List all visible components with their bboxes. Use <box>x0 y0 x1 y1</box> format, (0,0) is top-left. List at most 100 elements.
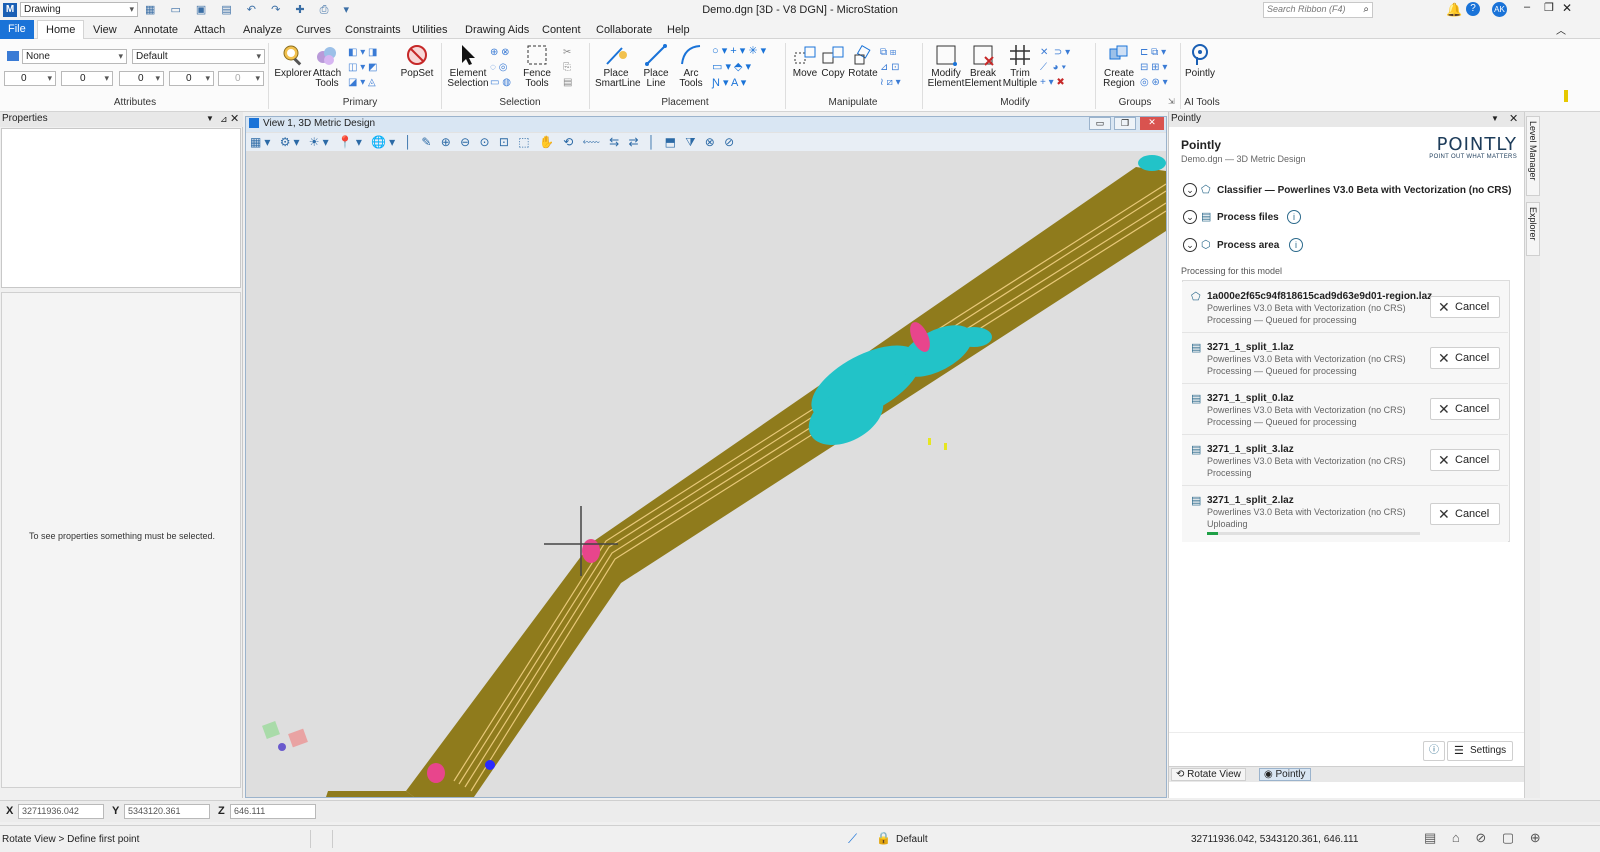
create-region-button[interactable]: Create Region <box>1098 43 1140 89</box>
primary-small-icons[interactable]: ◧ ▾ ◨ ◫ ▾ ◩ ◪ ▾ ◬ <box>348 45 388 91</box>
status-bar: Rotate View > Define first point ⟋ 🔒 Def… <box>0 825 1600 852</box>
cancel-button[interactable]: ✕ Cancel <box>1430 296 1500 318</box>
view-maximize-icon[interactable]: ❐ <box>1114 117 1136 130</box>
close-icon[interactable]: ✕ <box>230 112 239 126</box>
priority-value: 0 <box>235 73 241 84</box>
panel-menu-icon[interactable]: ▼ <box>1491 112 1499 126</box>
tab-drawing-aids[interactable]: Drawing Aids <box>465 22 529 39</box>
tab-constraints[interactable]: Constraints <box>345 22 401 39</box>
weight-select[interactable]: 0 <box>61 71 113 86</box>
tab-pointly[interactable]: ◉ Pointly <box>1259 768 1311 781</box>
tab-collaborate[interactable]: Collaborate <box>596 22 652 39</box>
collapse-ribbon-icon[interactable]: ︿ <box>1556 22 1566 37</box>
tab-analyze[interactable]: Analyze <box>243 22 282 39</box>
ribbon-tabs: File Home View Annotate Attach Analyze C… <box>0 20 1600 39</box>
pointly-title: Pointly <box>1181 138 1222 152</box>
fence-tools-button[interactable]: Fence Tools <box>518 43 556 89</box>
z-coordinate-field[interactable]: 646.111 <box>230 804 316 819</box>
edge-marker <box>1564 90 1568 102</box>
view-close-icon[interactable]: ✕ <box>1140 117 1164 130</box>
linestyle-select[interactable]: 0 <box>119 71 164 86</box>
view-minimize-icon[interactable]: ▭ <box>1089 117 1111 130</box>
cancel-button[interactable]: ✕ Cancel <box>1430 449 1500 471</box>
status-level: Default <box>896 834 928 845</box>
place-line-button[interactable]: Place Line <box>640 43 672 89</box>
snap-mode-icon[interactable]: ⟋ <box>848 831 857 847</box>
process-area-row[interactable]: ⌄ ⬡ Process area i <box>1183 238 1523 254</box>
groups-small-icons[interactable]: ⊏ ⧉ ▾ ⊟ ⊞ ▾ ◎ ⊛ ▾ <box>1140 45 1180 91</box>
info-icon[interactable]: i <box>1287 210 1301 224</box>
level-select[interactable]: None <box>22 49 127 64</box>
y-label: Y <box>112 805 120 817</box>
tab-rotate-view[interactable]: ⟲ Rotate View <box>1171 768 1246 781</box>
cancel-button[interactable]: ✕ Cancel <box>1430 398 1500 420</box>
tab-attach[interactable]: Attach <box>194 22 225 39</box>
info-icon[interactable]: i <box>1289 238 1303 252</box>
cancel-button[interactable]: ✕ Cancel <box>1430 503 1500 525</box>
view-toolbar[interactable]: ▦▾ ⚙▾ ☀▾ 📍▾ 🌐▾ │ ✎ ⊕ ⊖ ⊙ ⊡ ⬚ ✋ ⟲ ⬳ ⇆ ⇄ │… <box>246 133 1166 151</box>
viewport-canvas[interactable] <box>246 151 1166 797</box>
classifier-row[interactable]: ⌄ ⬠ Classifier — Powerlines V3.0 Beta wi… <box>1183 183 1523 199</box>
manipulate-small-icons[interactable]: ⧉ ⊞ ⊿ ⊡ ≀ ⧄ ▾ <box>880 45 916 91</box>
y-coordinate-field[interactable]: 5343120.361 <box>124 804 210 819</box>
text-style-select[interactable]: Default <box>132 49 265 64</box>
minimize-icon[interactable]: – <box>1524 1 1530 13</box>
group-label-ai-tools: AI Tools <box>1184 97 1220 108</box>
restore-icon[interactable]: ❐ <box>1544 1 1554 14</box>
popset-button[interactable]: PopSet <box>398 43 436 79</box>
dialog-launcher-icon[interactable]: ⇲ <box>1168 97 1175 106</box>
notification-icon[interactable]: 🔔 <box>1446 2 1462 18</box>
rotate-label: Rotate <box>848 68 878 79</box>
help-icon[interactable]: ? <box>1466 2 1480 16</box>
tab-home[interactable]: Home <box>37 20 85 39</box>
selection-small-icons[interactable]: ⊕ ⊗ ◌ ◎ ▭ ◍ <box>490 45 518 91</box>
pin-icon[interactable]: ⊿ <box>220 112 228 126</box>
pointly-button[interactable]: Pointly <box>1182 43 1218 79</box>
ribbon-search-input[interactable]: Search Ribbon (F4) ⌕ <box>1263 2 1373 18</box>
status-icons[interactable]: ▤ ⌂ ⊘ ▢ ⊕ <box>1424 830 1547 846</box>
modify-element-button[interactable]: Modify Element <box>926 43 966 89</box>
title-bar: M Drawing ▦ ▭ ▣ ▤ ↶ ↷ ✚ ⎙ ▾ Demo.dgn [3D… <box>0 0 1600 20</box>
tab-content[interactable]: Content <box>542 22 581 39</box>
tab-annotate[interactable]: Annotate <box>134 22 178 39</box>
job-model: Powerlines V3.0 Beta with Vectorization … <box>1207 405 1406 415</box>
selection-edit-icons[interactable]: ✂ ⎘ ▤ <box>563 45 583 91</box>
settings-button[interactable]: ☰ Settings <box>1447 741 1513 761</box>
processing-section-label: Processing for this model <box>1181 266 1283 276</box>
job-status: Processing <box>1207 468 1252 478</box>
transparency-select[interactable]: 0 <box>169 71 214 86</box>
attach-tools-button[interactable]: Attach Tools <box>310 43 344 89</box>
tab-file[interactable]: File <box>0 20 34 39</box>
place-smartline-button[interactable]: Place SmartLine <box>595 43 641 89</box>
cancel-button[interactable]: ✕ Cancel <box>1430 347 1500 369</box>
tab-curves[interactable]: Curves <box>296 22 331 39</box>
priority-select[interactable]: 0 <box>218 71 264 86</box>
x-coordinate-field[interactable]: 32711936.042 <box>18 804 104 819</box>
info-icon[interactable]: ⓘ <box>1423 741 1445 761</box>
trim-multiple-button[interactable]: Trim Multiple <box>1000 43 1040 89</box>
tab-help[interactable]: Help <box>667 22 690 39</box>
placement-small-icons[interactable]: ○ ▾ + ▾ ✳ ▾ ▭ ▾ ⬘ ▾ Ɲ ▾ A ▾ <box>712 43 788 93</box>
explorer-button[interactable]: Explorer <box>274 43 312 79</box>
rotate-button[interactable]: Rotate <box>845 43 881 79</box>
lock-icon[interactable]: 🔒 <box>876 831 891 845</box>
process-files-row[interactable]: ⌄ ▤ Process files i <box>1183 210 1523 226</box>
break-element-button[interactable]: Break Element <box>964 43 1002 89</box>
job-model: Powerlines V3.0 Beta with Vectorization … <box>1207 303 1406 313</box>
arc-tools-button[interactable]: Arc Tools <box>675 43 707 89</box>
panel-menu-icon[interactable]: ▼ <box>206 112 214 126</box>
close-icon[interactable]: ✕ <box>1509 112 1518 126</box>
job-model: Powerlines V3.0 Beta with Vectorization … <box>1207 507 1406 517</box>
element-selection-button[interactable]: Element Selection <box>446 43 490 89</box>
workflow-select[interactable]: Drawing <box>20 2 138 17</box>
modify-small-icons[interactable]: ✕ ⊃ ▾ ⟋ ◕ ▾ + ▾ ✖ <box>1040 45 1096 91</box>
side-tab-explorer[interactable]: Explorer <box>1526 202 1540 256</box>
move-label: Move <box>792 68 818 79</box>
side-tab-level-manager[interactable]: Level Manager <box>1526 116 1540 196</box>
color-select[interactable]: 0 <box>4 71 56 86</box>
tab-utilities[interactable]: Utilities <box>412 22 447 39</box>
close-icon[interactable]: ✕ <box>1562 1 1572 15</box>
rotate-icon: ⟲ <box>1176 769 1188 780</box>
tab-view[interactable]: View <box>93 22 117 39</box>
user-avatar[interactable]: AK <box>1492 2 1507 17</box>
